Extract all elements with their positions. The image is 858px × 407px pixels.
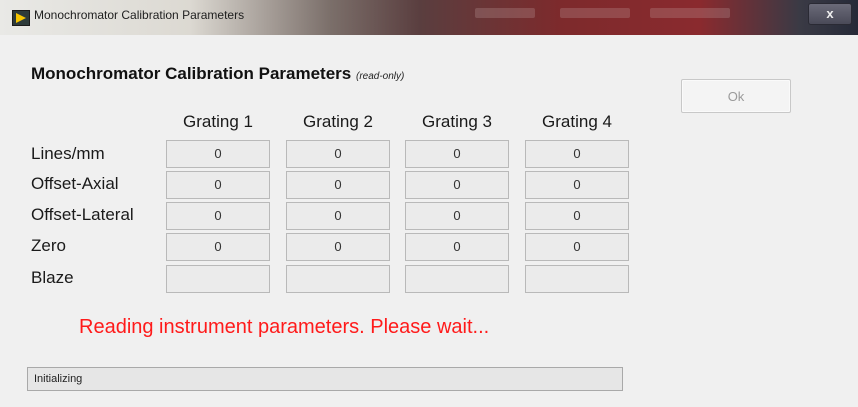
zero-grating-1: 0 bbox=[166, 233, 270, 261]
heading-title: Monochromator Calibration Parameters bbox=[31, 64, 352, 83]
background-tab bbox=[560, 8, 630, 18]
row-label-offset-axial: Offset-Axial bbox=[31, 174, 119, 193]
offset-axial-grating-1: 0 bbox=[166, 171, 270, 199]
status-message: Reading instrument parameters. Please wa… bbox=[79, 316, 490, 338]
blaze-grating-3 bbox=[405, 265, 509, 293]
blaze-grating-1 bbox=[166, 265, 270, 293]
lines-per-mm-grating-3: 0 bbox=[405, 140, 509, 168]
title-bar: Monochromator Calibration Parameters x bbox=[0, 0, 858, 35]
row-label-zero: Zero bbox=[31, 236, 66, 255]
offset-axial-grating-4: 0 bbox=[525, 171, 629, 199]
offset-lateral-grating-2: 0 bbox=[286, 202, 390, 230]
close-button[interactable]: x bbox=[808, 3, 852, 25]
lines-per-mm-grating-2: 0 bbox=[286, 140, 390, 168]
column-header-grating-2: Grating 2 bbox=[303, 112, 373, 131]
offset-lateral-grating-3: 0 bbox=[405, 202, 509, 230]
offset-axial-grating-2: 0 bbox=[286, 171, 390, 199]
column-header-grating-4: Grating 4 bbox=[542, 112, 612, 131]
column-header-grating-3: Grating 3 bbox=[422, 112, 492, 131]
lines-per-mm-grating-4: 0 bbox=[525, 140, 629, 168]
ok-button[interactable]: Ok bbox=[681, 79, 791, 113]
offset-lateral-grating-4: 0 bbox=[525, 202, 629, 230]
lines-per-mm-grating-1: 0 bbox=[166, 140, 270, 168]
zero-grating-3: 0 bbox=[405, 233, 509, 261]
row-label-offset-lateral: Offset-Lateral bbox=[31, 205, 134, 224]
zero-grating-4: 0 bbox=[525, 233, 629, 261]
close-icon: x bbox=[826, 6, 834, 21]
panel-heading: Monochromator Calibration Parameters (re… bbox=[31, 64, 404, 84]
column-header-grating-1: Grating 1 bbox=[183, 112, 253, 131]
zero-grating-2: 0 bbox=[286, 233, 390, 261]
progress-text: Initializing bbox=[34, 373, 83, 385]
offset-axial-grating-3: 0 bbox=[405, 171, 509, 199]
window-title: Monochromator Calibration Parameters bbox=[34, 8, 245, 22]
blaze-grating-2 bbox=[286, 265, 390, 293]
offset-lateral-grating-1: 0 bbox=[166, 202, 270, 230]
row-label-lines-per-mm: Lines/mm bbox=[31, 144, 105, 163]
row-label-blaze: Blaze bbox=[31, 268, 74, 287]
read-only-note: (read-only) bbox=[355, 71, 405, 82]
background-tab bbox=[650, 8, 730, 18]
blaze-grating-4 bbox=[525, 265, 629, 293]
progress-status-bar: Initializing bbox=[27, 367, 623, 391]
background-tab bbox=[475, 8, 535, 18]
app-icon bbox=[12, 10, 30, 26]
